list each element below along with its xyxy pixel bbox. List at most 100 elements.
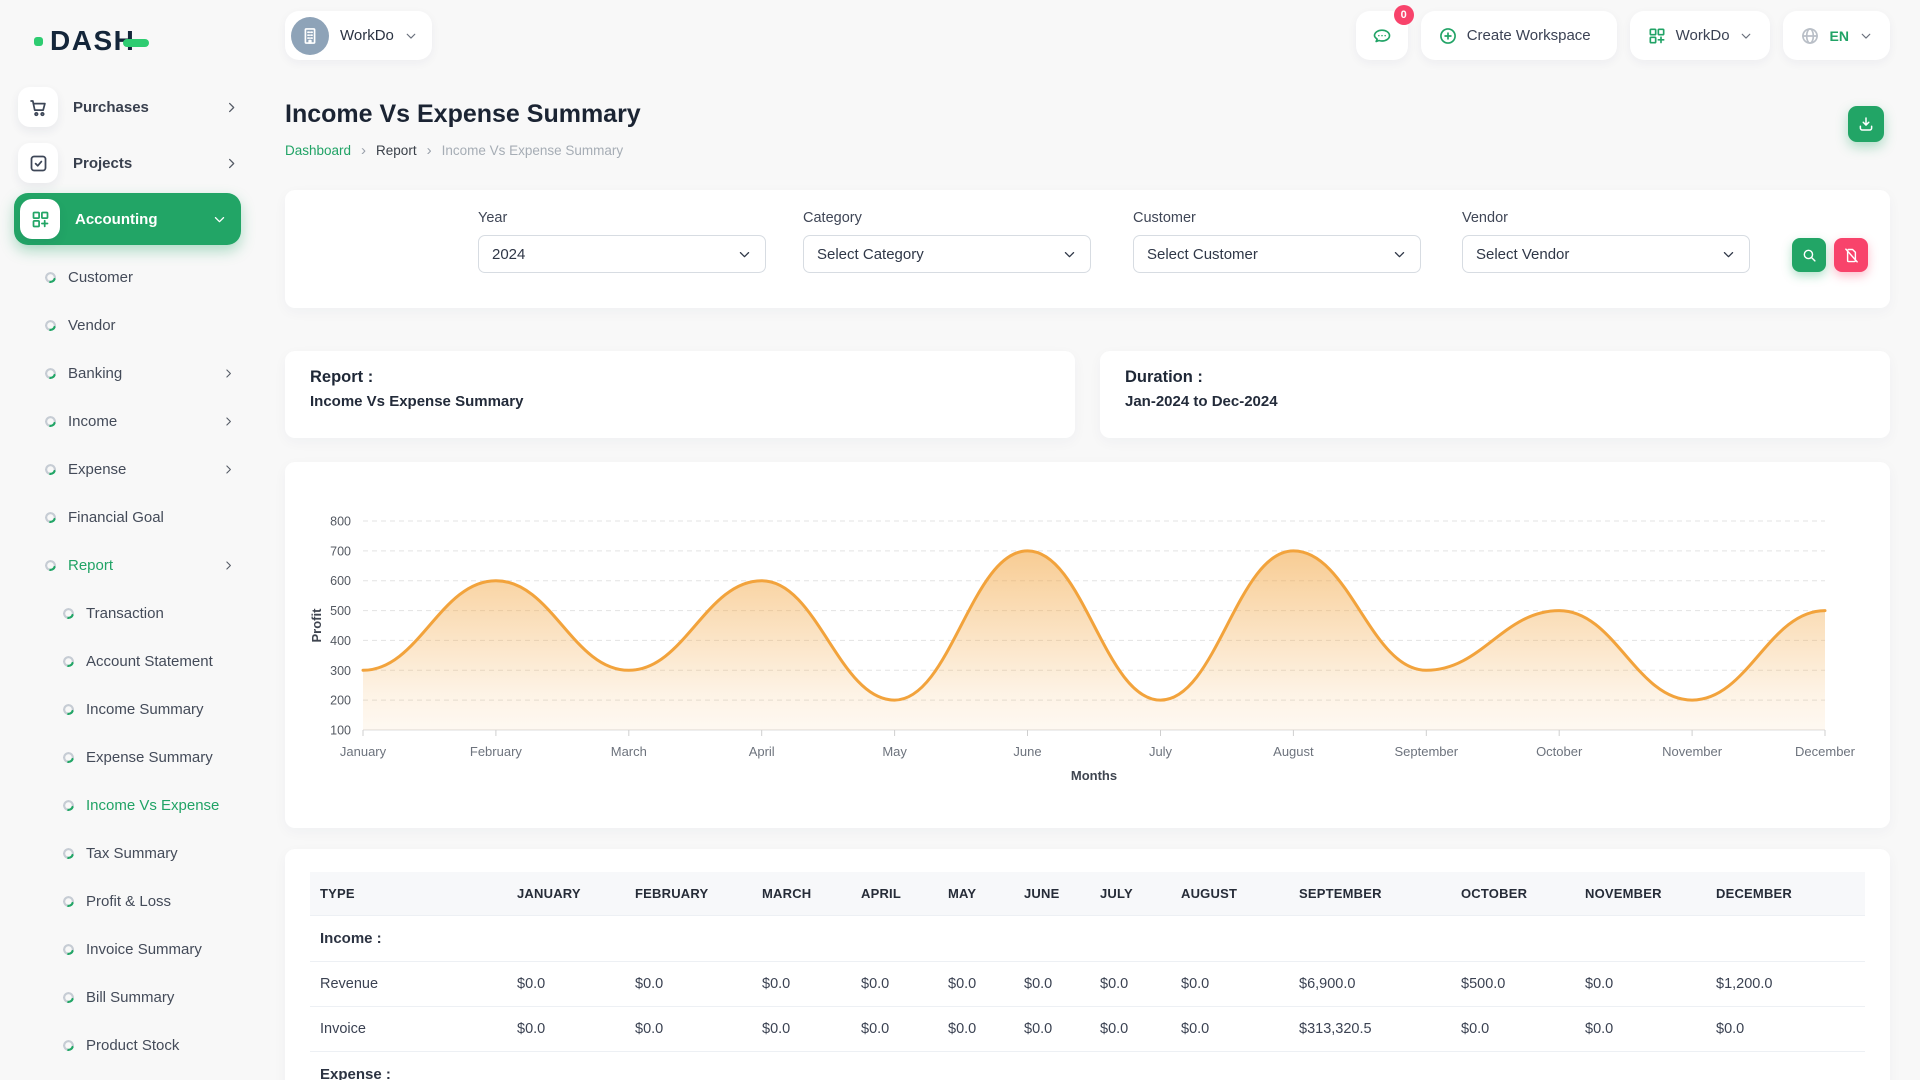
- bullet-icon: [44, 415, 57, 428]
- sidebar-item-tax-summary[interactable]: Tax Summary: [0, 829, 255, 877]
- report-card-title: Report :: [310, 368, 1050, 387]
- svg-text:300: 300: [330, 664, 351, 678]
- sidebar-item-profit-loss[interactable]: Profit & Loss: [0, 877, 255, 925]
- sidebar-item-banking[interactable]: Banking: [0, 349, 255, 397]
- cell-value: $0.0: [1575, 1007, 1706, 1052]
- column-header-november: NOVEMBER: [1575, 872, 1706, 916]
- sidebar-item-label: Projects: [73, 155, 224, 172]
- section-label: Expense :: [310, 1052, 1865, 1080]
- sidebar-item-invoice-summary[interactable]: Invoice Summary: [0, 925, 255, 973]
- bullet-icon: [62, 991, 75, 1004]
- column-header-july: JULY: [1090, 872, 1171, 916]
- cell-value: $0.0: [1090, 962, 1171, 1007]
- duration-card-value: Jan-2024 to Dec-2024: [1125, 393, 1865, 410]
- section-row-income: Income :: [310, 916, 1865, 962]
- sidebar-item-accounting[interactable]: Accounting: [14, 193, 241, 245]
- cell-value: $0.0: [752, 1007, 851, 1052]
- bullet-icon: [62, 847, 75, 860]
- sidebar-item-cash-flow[interactable]: Cash Flow: [0, 1069, 255, 1080]
- reset-icon: [1843, 247, 1860, 264]
- breadcrumb-dashboard[interactable]: Dashboard: [285, 143, 351, 158]
- sidebar-item-label: Transaction: [86, 605, 235, 622]
- year-select[interactable]: 2024: [478, 235, 766, 273]
- app-logo[interactable]: DASH: [34, 24, 255, 58]
- cell-value: $0.0: [851, 1007, 938, 1052]
- category-label: Category: [803, 210, 1091, 226]
- duration-card: Duration : Jan-2024 to Dec-2024: [1100, 351, 1890, 438]
- column-header-april: APRIL: [851, 872, 938, 916]
- sidebar-item-product-stock[interactable]: Product Stock: [0, 1021, 255, 1069]
- sidebar-item-label: Report: [68, 557, 222, 574]
- breadcrumb-current: Income Vs Expense Summary: [442, 143, 624, 158]
- chevron-right-icon: [222, 415, 235, 428]
- customer-select[interactable]: Select Customer: [1133, 235, 1421, 273]
- cell-value: $0.0: [1014, 1007, 1090, 1052]
- category-select[interactable]: Select Category: [803, 235, 1091, 273]
- search-button[interactable]: [1792, 238, 1826, 272]
- app-root: DASH Purchases Projects Accounting Custo…: [0, 0, 1920, 1080]
- main-content: Income Vs Expense Summary Dashboard › Re…: [255, 0, 1920, 1080]
- report-card: Report : Income Vs Expense Summary: [285, 351, 1075, 438]
- cell-value: $0.0: [1171, 962, 1289, 1007]
- sidebar-item-projects[interactable]: Projects: [0, 135, 255, 191]
- bullet-icon: [62, 1039, 75, 1052]
- bullet-icon: [44, 463, 57, 476]
- cell-value: $0.0: [1451, 1007, 1575, 1052]
- svg-text:600: 600: [330, 574, 351, 588]
- grid-plus-icon: [20, 199, 60, 239]
- cell-value: $0.0: [507, 962, 625, 1007]
- breadcrumb-report[interactable]: Report: [376, 143, 417, 158]
- sidebar-item-purchases[interactable]: Purchases: [0, 79, 255, 135]
- sidebar-item-customer[interactable]: Customer: [0, 253, 255, 301]
- sidebar-item-label: Purchases: [73, 99, 224, 116]
- sidebar-item-income[interactable]: Income: [0, 397, 255, 445]
- cell-value: $500.0: [1451, 962, 1575, 1007]
- table-header-row: TYPEJANUARYFEBRUARYMARCHAPRILMAYJUNEJULY…: [310, 872, 1865, 916]
- sidebar-item-bill-summary[interactable]: Bill Summary: [0, 973, 255, 1021]
- section-row-expense: Expense :: [310, 1052, 1865, 1080]
- profit-area-chart: 800700600500400300200100JanuaryFebruaryM…: [285, 462, 1890, 828]
- bullet-icon: [62, 751, 75, 764]
- year-label: Year: [478, 210, 766, 226]
- column-header-march: MARCH: [752, 872, 851, 916]
- logo-dot: [34, 37, 43, 46]
- report-submenu: Transaction Account Statement Income Summa…: [0, 589, 255, 1080]
- page-title: Income Vs Expense Summary: [285, 100, 1890, 129]
- sidebar-item-income-summary[interactable]: Income Summary: [0, 685, 255, 733]
- sidebar-item-transaction[interactable]: Transaction: [0, 589, 255, 637]
- svg-text:700: 700: [330, 544, 351, 558]
- table-body: Income :Revenue$0.0$0.0$0.0$0.0$0.0$0.0$…: [310, 916, 1865, 1080]
- svg-text:800: 800: [330, 515, 351, 529]
- bullet-icon: [62, 895, 75, 908]
- sidebar-item-vendor[interactable]: Vendor: [0, 301, 255, 349]
- row-type: Invoice: [310, 1007, 507, 1052]
- sidebar-item-expense[interactable]: Expense: [0, 445, 255, 493]
- cell-value: $6,900.0: [1289, 962, 1451, 1007]
- download-button[interactable]: [1848, 106, 1884, 142]
- breadcrumb-separator: ›: [427, 142, 432, 159]
- sidebar-item-report[interactable]: Report: [0, 541, 255, 589]
- category-filter: Category Select Category: [803, 210, 1091, 273]
- duration-card-title: Duration :: [1125, 368, 1865, 387]
- accounting-submenu: CustomerVendorBankingIncome Expense Financ…: [0, 253, 255, 1080]
- bullet-icon: [44, 511, 57, 524]
- vendor-select[interactable]: Select Vendor: [1462, 235, 1750, 273]
- chevron-right-icon: [222, 367, 235, 380]
- column-header-december: DECEMBER: [1706, 872, 1865, 916]
- sidebar-item-label: Account Statement: [86, 653, 235, 670]
- reset-button[interactable]: [1834, 238, 1868, 272]
- sidebar-item-financial-goal[interactable]: Financial Goal: [0, 493, 255, 541]
- sidebar-item-expense-summary[interactable]: Expense Summary: [0, 733, 255, 781]
- svg-text:200: 200: [330, 694, 351, 708]
- cart-icon: [18, 87, 58, 127]
- cell-value: $0.0: [1014, 962, 1090, 1007]
- sidebar-item-label: Product Stock: [86, 1037, 235, 1054]
- svg-text:December: December: [1795, 744, 1856, 759]
- filter-card: Year 2024 Category Select Category Custo…: [285, 190, 1890, 308]
- svg-text:March: March: [611, 744, 647, 759]
- cell-value: $0.0: [938, 1007, 1014, 1052]
- sidebar-item-income-vs-expense[interactable]: Income Vs Expense: [0, 781, 255, 829]
- sidebar-item-label: Expense: [68, 461, 222, 478]
- sidebar-item-account-statement[interactable]: Account Statement: [0, 637, 255, 685]
- svg-text:May: May: [882, 744, 907, 759]
